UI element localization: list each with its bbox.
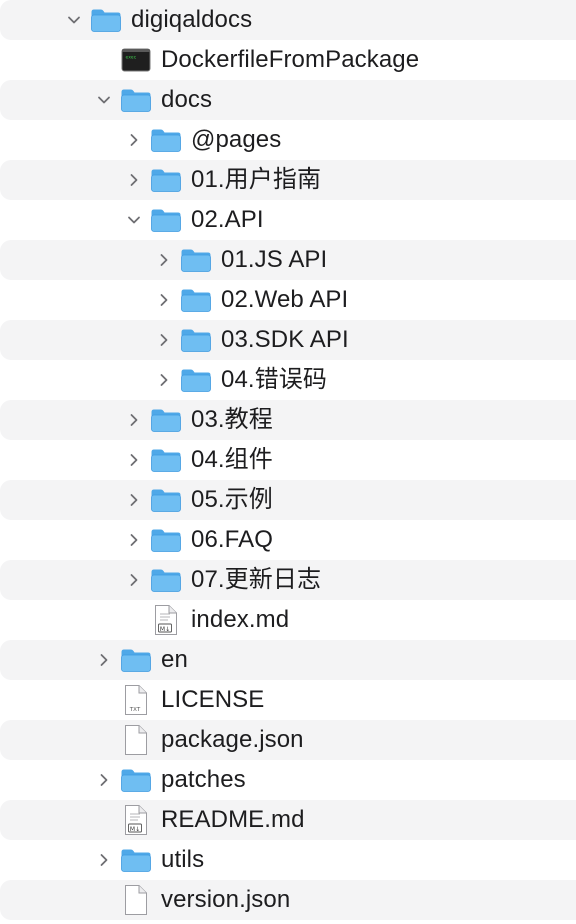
folder-icon [180, 360, 212, 400]
tree-folder-row[interactable]: 01.JS API [0, 240, 576, 280]
folder-icon [150, 560, 182, 600]
svg-text:exec: exec [126, 56, 137, 61]
tree-item-label: 04.错误码 [221, 366, 327, 393]
chevron-right-icon[interactable] [153, 280, 175, 320]
tree-item-label: 03.教程 [191, 406, 273, 433]
tree-item-label: 02.Web API [221, 286, 349, 313]
document-icon [120, 880, 152, 920]
tree-item-label: index.md [191, 606, 290, 633]
tree-file-row[interactable]: M↓ README.md [0, 800, 576, 840]
document-icon [120, 720, 152, 760]
svg-text:M↓: M↓ [160, 626, 170, 633]
folder-icon [180, 280, 212, 320]
tree-folder-row[interactable]: patches [0, 760, 576, 800]
folder-icon [150, 440, 182, 480]
tree-item-label: 05.示例 [191, 486, 273, 513]
svg-text:M↓: M↓ [130, 826, 140, 833]
terminal-file-icon: exec [120, 40, 152, 80]
tree-item-label: 01.用户指南 [191, 166, 322, 193]
folder-icon [120, 80, 152, 120]
tree-item-label: 02.API [191, 206, 264, 233]
folder-icon [150, 480, 182, 520]
tree-item-label: 03.SDK API [221, 326, 349, 353]
folder-icon [150, 400, 182, 440]
chevron-right-icon[interactable] [93, 840, 115, 880]
tree-item-label: en [161, 646, 188, 673]
tree-item-label: utils [161, 846, 205, 873]
tree-item-label: README.md [161, 806, 305, 833]
tree-item-label: LICENSE [161, 686, 265, 713]
tree-file-row[interactable]: exec DockerfileFromPackage [0, 40, 576, 80]
tree-file-row[interactable]: package.json [0, 720, 576, 760]
chevron-right-icon[interactable] [153, 320, 175, 360]
chevron-right-icon[interactable] [153, 360, 175, 400]
chevron-down-icon[interactable] [93, 80, 115, 120]
tree-item-label: @pages [191, 126, 282, 153]
tree-file-row[interactable]: version.json [0, 880, 576, 920]
tree-folder-row[interactable]: digiqaldocs [0, 0, 576, 40]
tree-file-row[interactable]: M↓ index.md [0, 600, 576, 640]
tree-folder-row[interactable]: 04.错误码 [0, 360, 576, 400]
tree-folder-row[interactable]: @pages [0, 120, 576, 160]
markdown-file-icon: M↓ [120, 800, 152, 840]
chevron-right-icon[interactable] [93, 640, 115, 680]
tree-folder-row[interactable]: 04.组件 [0, 440, 576, 480]
tree-folder-row[interactable]: 02.API [0, 200, 576, 240]
text-file-icon: TXT [120, 680, 152, 720]
folder-icon [150, 520, 182, 560]
tree-folder-row[interactable]: 03.SDK API [0, 320, 576, 360]
folder-icon [180, 320, 212, 360]
chevron-right-icon[interactable] [93, 760, 115, 800]
tree-folder-row[interactable]: en [0, 640, 576, 680]
chevron-down-icon[interactable] [63, 0, 85, 40]
folder-icon [120, 640, 152, 680]
tree-folder-row[interactable]: 02.Web API [0, 280, 576, 320]
tree-item-label: package.json [161, 726, 304, 753]
tree-folder-row[interactable]: 06.FAQ [0, 520, 576, 560]
folder-icon [180, 240, 212, 280]
chevron-down-icon[interactable] [123, 200, 145, 240]
tree-folder-row[interactable]: 01.用户指南 [0, 160, 576, 200]
folder-icon [150, 120, 182, 160]
folder-icon [90, 0, 122, 40]
chevron-right-icon[interactable] [123, 440, 145, 480]
tree-folder-row[interactable]: 03.教程 [0, 400, 576, 440]
tree-item-label: 01.JS API [221, 246, 328, 273]
tree-folder-row[interactable]: 05.示例 [0, 480, 576, 520]
chevron-right-icon[interactable] [123, 560, 145, 600]
file-tree: digiqaldocs exec DockerfileFromPackage d… [0, 0, 576, 924]
tree-item-label: 04.组件 [191, 446, 273, 473]
tree-folder-row[interactable]: utils [0, 840, 576, 880]
chevron-right-icon[interactable] [123, 480, 145, 520]
tree-item-label: docs [161, 86, 213, 113]
markdown-file-icon: M↓ [150, 600, 182, 640]
chevron-right-icon[interactable] [123, 160, 145, 200]
folder-icon [150, 200, 182, 240]
svg-text:TXT: TXT [129, 707, 141, 713]
tree-folder-row[interactable]: 07.更新日志 [0, 560, 576, 600]
chevron-right-icon[interactable] [123, 120, 145, 160]
tree-folder-row[interactable]: docs [0, 80, 576, 120]
tree-item-label: 07.更新日志 [191, 566, 322, 593]
folder-icon [120, 760, 152, 800]
chevron-right-icon[interactable] [123, 400, 145, 440]
tree-item-label: patches [161, 766, 246, 793]
tree-file-row[interactable]: TXT LICENSE [0, 680, 576, 720]
folder-icon [120, 840, 152, 880]
tree-item-label: version.json [161, 886, 291, 913]
tree-item-label: DockerfileFromPackage [161, 46, 420, 73]
tree-item-label: 06.FAQ [191, 526, 273, 553]
chevron-right-icon[interactable] [123, 520, 145, 560]
chevron-right-icon[interactable] [153, 240, 175, 280]
tree-item-label: digiqaldocs [131, 6, 253, 33]
folder-icon [150, 160, 182, 200]
